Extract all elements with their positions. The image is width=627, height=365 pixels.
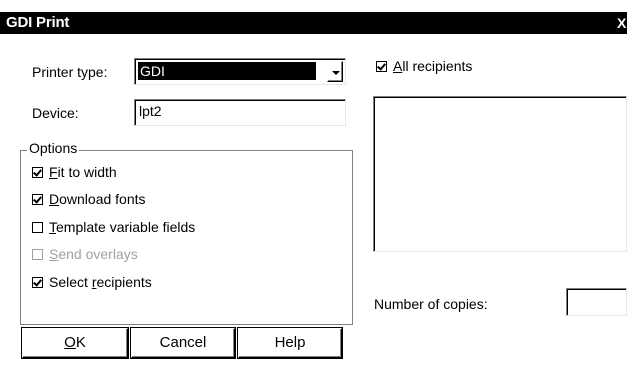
- mnemonic: S: [49, 246, 59, 262]
- close-icon[interactable]: X: [617, 13, 627, 33]
- device-input[interactable]: lpt2: [134, 99, 346, 126]
- printer-type-value: GDI: [138, 62, 316, 80]
- recipients-list[interactable]: [373, 96, 627, 252]
- button-label: K: [75, 334, 86, 351]
- button-label: Help: [274, 334, 306, 351]
- checkbox-checked-icon[interactable]: [32, 276, 43, 288]
- checkbox-checked-icon[interactable]: [32, 166, 43, 178]
- checkbox-label: ownload fonts: [59, 191, 146, 207]
- mnemonic: T: [49, 219, 56, 235]
- number-of-copies-input[interactable]: [566, 288, 627, 316]
- dropdown-button[interactable]: [327, 61, 343, 82]
- printer-type-select[interactable]: GDI: [134, 58, 346, 85]
- printer-type-label: Printer type:: [32, 64, 108, 80]
- checkbox-unchecked-icon[interactable]: [32, 221, 43, 233]
- device-value: lpt2: [139, 103, 162, 119]
- ok-button[interactable]: OK: [22, 328, 128, 358]
- number-of-copies-label: Number of copies:: [374, 296, 488, 312]
- checkbox-label: it to width: [57, 164, 117, 180]
- checkbox-label: end overlays: [58, 246, 138, 262]
- mnemonic: D: [49, 191, 60, 207]
- mnemonic: F: [49, 164, 58, 180]
- checkbox-label-prefix: Select: [49, 274, 92, 290]
- checkbox-disabled-icon: [32, 248, 43, 260]
- window-title: GDI Print: [6, 14, 70, 31]
- template-variable-fields-checkbox[interactable]: Template variable fields: [32, 218, 195, 236]
- gdi-print-dialog: GDI Print X Printer type: GDI Device: lp…: [0, 12, 627, 365]
- button-label: Cancel: [159, 334, 207, 351]
- checkbox-label: ecipients: [96, 274, 152, 290]
- checkbox-checked-icon[interactable]: [32, 193, 43, 205]
- chevron-down-icon: [332, 71, 340, 75]
- checkbox-checked-icon[interactable]: [376, 60, 387, 72]
- device-label: Device:: [32, 105, 79, 121]
- select-recipients-checkbox[interactable]: Select recipients: [32, 273, 152, 291]
- mnemonic: O: [64, 334, 76, 351]
- cancel-button[interactable]: Cancel: [131, 328, 235, 358]
- all-recipients-checkbox[interactable]: All recipients: [376, 57, 472, 75]
- download-fonts-checkbox[interactable]: Download fonts: [32, 190, 146, 208]
- checkbox-label: ll recipients: [402, 58, 473, 74]
- mnemonic: A: [393, 58, 403, 74]
- title-bar[interactable]: GDI Print X: [0, 12, 627, 34]
- options-legend: Options: [27, 140, 80, 156]
- help-button[interactable]: Help: [238, 328, 342, 358]
- send-overlays-checkbox: Send overlays: [32, 245, 138, 263]
- fit-to-width-checkbox[interactable]: Fit to width: [32, 163, 117, 181]
- checkbox-label: emplate variable fields: [56, 219, 196, 235]
